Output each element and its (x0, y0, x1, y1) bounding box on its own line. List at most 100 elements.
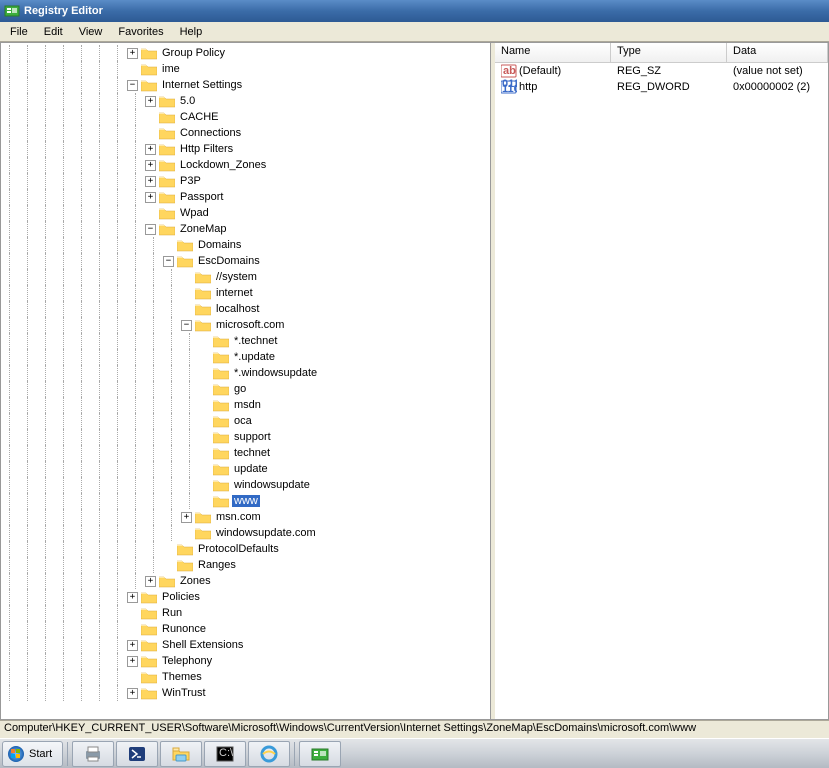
tree-node-label[interactable]: oca (232, 415, 254, 427)
tree-node[interactable]: + WinTrust (1, 685, 490, 701)
col-name[interactable]: Name (495, 43, 611, 62)
tree-node-label[interactable]: *.update (232, 351, 277, 363)
tree-node[interactable]: + Lockdown_Zones (1, 157, 490, 173)
tree-node[interactable]: − ZoneMap (1, 221, 490, 237)
tree-node-label[interactable]: Group Policy (160, 47, 227, 59)
tree-node[interactable]: *.update (1, 349, 490, 365)
tree-node[interactable]: Themes (1, 669, 490, 685)
tree-node-label[interactable]: Ranges (196, 559, 238, 571)
tree-node-label[interactable]: windowsupdate.com (214, 527, 318, 539)
tree-node[interactable]: go (1, 381, 490, 397)
tree-node-label[interactable]: support (232, 431, 273, 443)
tree-node-label[interactable]: EscDomains (196, 255, 262, 267)
tree-node-label[interactable]: msn.com (214, 511, 263, 523)
tree-node[interactable]: Domains (1, 237, 490, 253)
collapse-toggle[interactable]: − (127, 80, 138, 91)
tree-node-label[interactable]: Lockdown_Zones (178, 159, 268, 171)
tree-node[interactable]: www (1, 493, 490, 509)
tree-node-label[interactable]: Domains (196, 239, 243, 251)
value-row[interactable]: (Default)REG_SZ(value not set) (495, 63, 828, 79)
tree-node-label[interactable]: Runonce (160, 623, 208, 635)
tree-node[interactable]: Connections (1, 125, 490, 141)
tree-node[interactable]: +Passport (1, 189, 490, 205)
expand-toggle[interactable]: + (127, 656, 138, 667)
expand-toggle[interactable]: + (127, 592, 138, 603)
tree-node-label[interactable]: Http Filters (178, 143, 235, 155)
expand-toggle[interactable]: + (145, 192, 156, 203)
tree-node-label[interactable]: ime (160, 63, 182, 75)
menu-help[interactable]: Help (172, 24, 211, 40)
tree-node-label[interactable]: Zones (178, 575, 213, 587)
tree-node-label[interactable]: *.technet (232, 335, 279, 347)
tree-node[interactable]: −microsoft.com (1, 317, 490, 333)
expand-toggle[interactable]: + (145, 96, 156, 107)
tree-node-label[interactable]: Themes (160, 671, 204, 683)
menu-view[interactable]: View (71, 24, 111, 40)
tree-node[interactable]: windowsupdate.com (1, 525, 490, 541)
tree-node-label[interactable]: Policies (160, 591, 202, 603)
tree-panel[interactable]: + Group Policy ime −Internet Settings+5.0 CA… (1, 43, 491, 719)
tree-node[interactable]: *.technet (1, 333, 490, 349)
tree-node-label[interactable]: *.windowsupdate (232, 367, 319, 379)
tree-node[interactable]: Wpad (1, 205, 490, 221)
collapse-toggle[interactable]: − (163, 256, 174, 267)
tree-node[interactable]: +Shell Extensions (1, 637, 490, 653)
tree-node[interactable]: Ranges (1, 557, 490, 573)
tree-node-label[interactable]: www (232, 495, 260, 507)
tree-node-label[interactable]: Wpad (178, 207, 211, 219)
tree-node-label[interactable]: localhost (214, 303, 261, 315)
tree-node[interactable]: + Group Policy (1, 45, 490, 61)
expand-toggle[interactable]: + (127, 688, 138, 699)
tree-node-label[interactable]: Shell Extensions (160, 639, 245, 651)
tree-node-label[interactable]: update (232, 463, 270, 475)
tree-node[interactable]: windowsupdate (1, 477, 490, 493)
expand-toggle[interactable]: + (145, 144, 156, 155)
tree-node-label[interactable]: msdn (232, 399, 263, 411)
tree-node-label[interactable]: ProtocolDefaults (196, 543, 281, 555)
tree-node-label[interactable]: ZoneMap (178, 223, 228, 235)
expand-toggle[interactable]: + (145, 176, 156, 187)
taskbar-cmd[interactable]: C:\ (204, 741, 246, 767)
tree-node[interactable]: −Internet Settings (1, 77, 490, 93)
tree-node[interactable]: support (1, 429, 490, 445)
taskbar-ie[interactable] (248, 741, 290, 767)
tree-node-label[interactable]: P3P (178, 175, 203, 187)
taskbar-regedit[interactable] (299, 741, 341, 767)
expand-toggle[interactable]: + (145, 576, 156, 587)
taskbar-printer[interactable] (72, 741, 114, 767)
menu-file[interactable]: File (2, 24, 36, 40)
tree-node[interactable]: ime (1, 61, 490, 77)
menu-edit[interactable]: Edit (36, 24, 71, 40)
start-button[interactable]: Start (2, 741, 63, 767)
tree-node[interactable]: + msn.com (1, 509, 490, 525)
tree-node-label[interactable]: CACHE (178, 111, 221, 123)
tree-node[interactable]: msdn (1, 397, 490, 413)
tree-node[interactable]: +5.0 (1, 93, 490, 109)
tree-node[interactable]: Runonce (1, 621, 490, 637)
tree-node[interactable]: +Telephony (1, 653, 490, 669)
tree-node-label[interactable]: WinTrust (160, 687, 208, 699)
taskbar-explorer[interactable] (160, 741, 202, 767)
tree-node-label[interactable]: internet (214, 287, 255, 299)
tree-node[interactable]: + P3P (1, 173, 490, 189)
menu-favorites[interactable]: Favorites (110, 24, 171, 40)
tree-node[interactable]: − EscDomains (1, 253, 490, 269)
tree-node[interactable]: update (1, 461, 490, 477)
col-type[interactable]: Type (611, 43, 727, 62)
taskbar-powershell[interactable] (116, 741, 158, 767)
expand-toggle[interactable]: + (145, 160, 156, 171)
expand-toggle[interactable]: + (127, 48, 138, 59)
tree-node[interactable]: technet (1, 445, 490, 461)
tree-node[interactable]: Run (1, 605, 490, 621)
collapse-toggle[interactable]: − (181, 320, 192, 331)
tree-node-label[interactable]: Run (160, 607, 184, 619)
collapse-toggle[interactable]: − (145, 224, 156, 235)
value-row[interactable]: httpREG_DWORD0x00000002 (2) (495, 79, 828, 95)
expand-toggle[interactable]: + (181, 512, 192, 523)
tree-node-label[interactable]: windowsupdate (232, 479, 312, 491)
tree-node-label[interactable]: go (232, 383, 248, 395)
tree-node-label[interactable]: Connections (178, 127, 243, 139)
tree-node[interactable]: ProtocolDefaults (1, 541, 490, 557)
tree-node[interactable]: CACHE (1, 109, 490, 125)
tree-node[interactable]: //system (1, 269, 490, 285)
